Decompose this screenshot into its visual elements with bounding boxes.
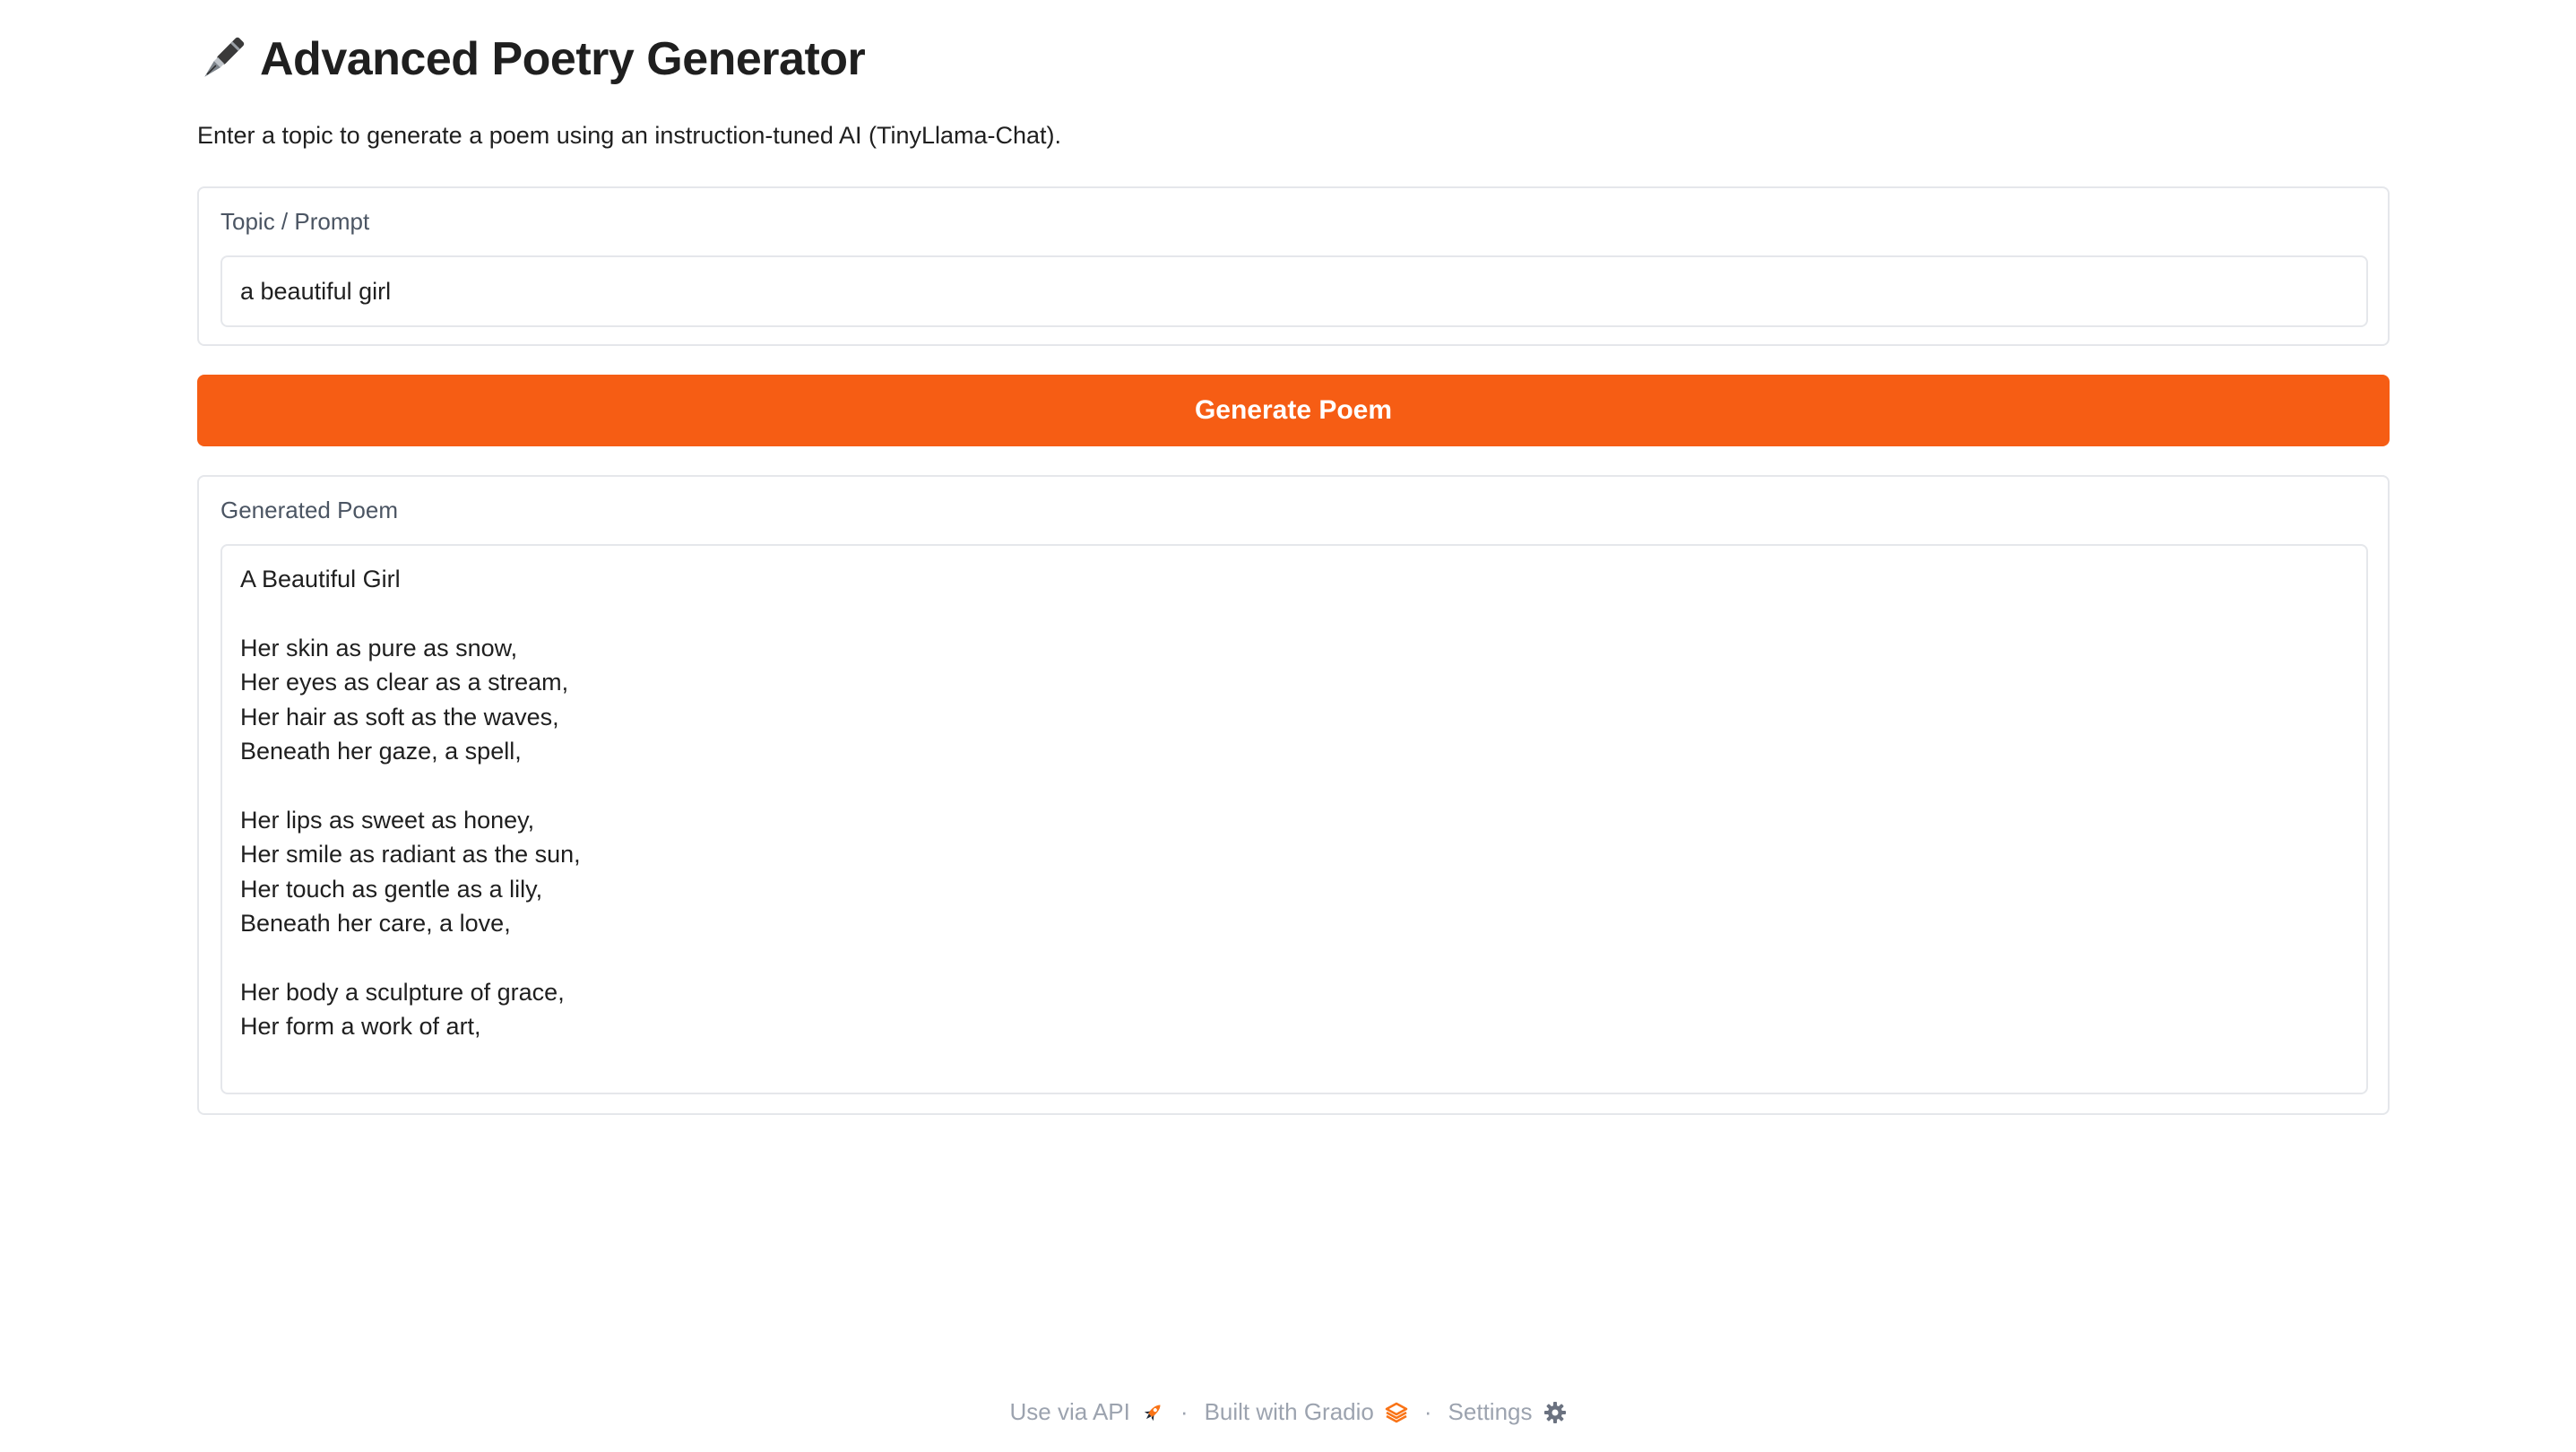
gradio-logo-icon <box>1385 1402 1408 1422</box>
settings-link[interactable]: Settings <box>1448 1398 1567 1426</box>
page-title: Advanced Poetry Generator <box>260 33 866 85</box>
page-description: Enter a topic to generate a poem using a… <box>197 122 1062 149</box>
poem-line: Her smile as radiant as the sun, <box>240 841 581 869</box>
poem-line <box>240 940 2348 974</box>
topic-input[interactable] <box>220 255 2368 327</box>
use-via-api-link[interactable]: Use via API <box>1009 1398 1163 1426</box>
footer: Use via API · Built with Gradio · Settin… <box>0 1398 2576 1426</box>
fountain-pen-icon <box>197 34 247 84</box>
built-with-gradio-label: Built with Gradio <box>1204 1398 1374 1425</box>
poem-line: Her hair as soft as the waves, <box>240 703 559 730</box>
output-label: Generated Poem <box>220 497 399 523</box>
built-with-gradio-link[interactable]: Built with Gradio <box>1205 1398 1408 1426</box>
poem-line: Her touch as gentle as a lily, <box>240 875 543 903</box>
poem-line <box>240 768 2348 802</box>
poem-line: Her eyes as clear as a stream, <box>240 669 569 696</box>
footer-separator: · <box>1180 1398 1189 1425</box>
generate-poem-button[interactable]: Generate Poem <box>197 375 2390 446</box>
poem-line: Her body a sculpture of grace, <box>240 978 565 1006</box>
app-page: Advanced Poetry Generator Enter a topic … <box>0 0 2576 1452</box>
output-block: Generated Poem A Beautiful Girl Her skin… <box>197 475 2390 1115</box>
poem-line <box>240 596 2348 630</box>
poem-line: Her lips as sweet as honey, <box>240 806 535 834</box>
gear-icon <box>1543 1401 1566 1423</box>
title-row: Advanced Poetry Generator <box>197 30 866 88</box>
poem-line: Beneath her gaze, a spell, <box>240 737 522 765</box>
generated-poem-textarea[interactable]: A Beautiful Girl Her skin as pure as sno… <box>220 544 2368 1094</box>
poem-line: A Beautiful Girl <box>240 566 401 592</box>
topic-label: Topic / Prompt <box>220 208 370 235</box>
settings-label: Settings <box>1448 1398 1533 1425</box>
footer-separator: · <box>1423 1398 1432 1425</box>
use-via-api-label: Use via API <box>1009 1398 1130 1425</box>
topic-block: Topic / Prompt <box>197 186 2390 346</box>
poem-line: Her skin as pure as snow, <box>240 634 518 661</box>
poem-line: Her form a work of art, <box>240 1013 481 1041</box>
rocket-icon <box>1144 1404 1161 1421</box>
poem-line: Beneath her care, a love, <box>240 909 511 937</box>
